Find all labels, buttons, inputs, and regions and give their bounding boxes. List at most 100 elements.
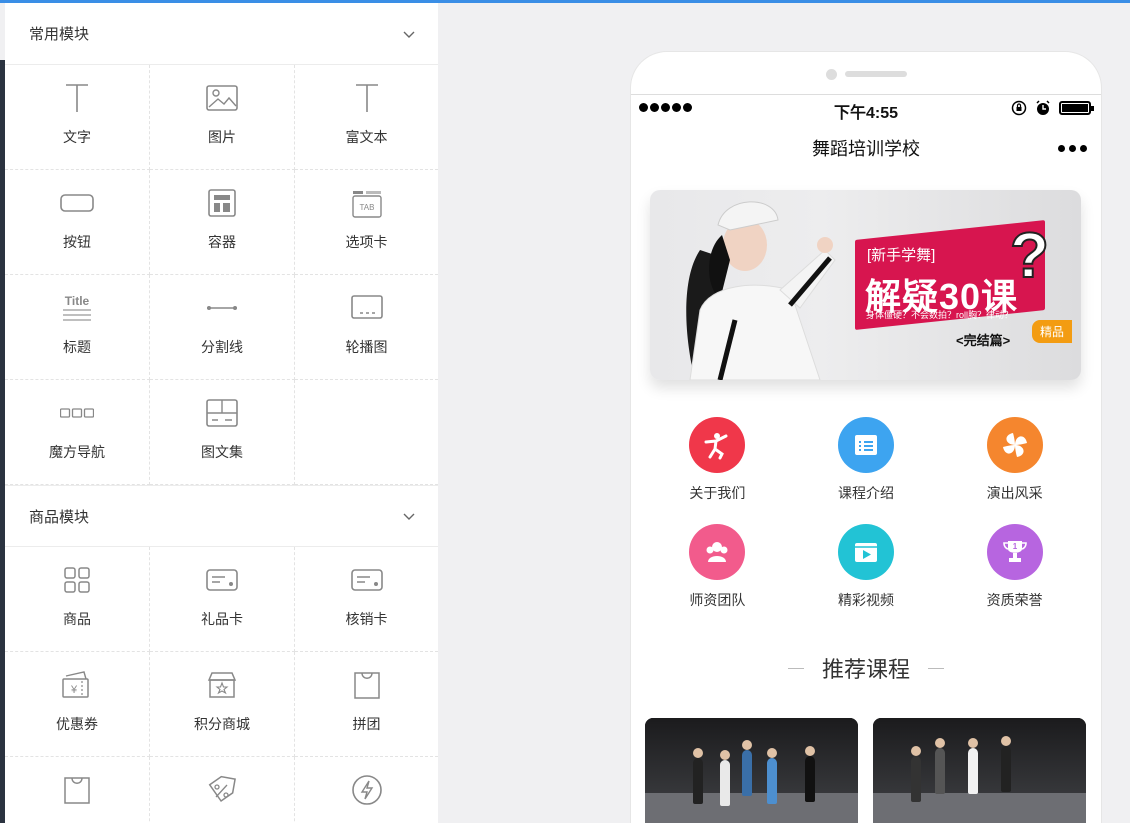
svg-text:¥: ¥ <box>70 684 78 696</box>
course-card-1[interactable] <box>645 718 858 823</box>
heading-line-left <box>787 667 804 669</box>
dancer-figure <box>720 760 730 806</box>
module-points-mall[interactable]: 积分商城 <box>150 652 295 757</box>
module-label: 核销卡 <box>345 611 388 627</box>
banner-tag: [新手学舞] <box>867 247 936 264</box>
cube-nav-icon <box>60 396 94 430</box>
nav-teachers[interactable]: 师资团队 <box>657 524 777 631</box>
module-rich-text[interactable]: 富文本 <box>295 65 438 170</box>
image-icon <box>205 81 239 115</box>
dancer-head <box>1001 736 1011 746</box>
nav-performance[interactable]: 演出风采 <box>955 417 1075 524</box>
studio-wall <box>873 718 1086 793</box>
module-label: 标题 <box>63 339 91 355</box>
list-icon <box>837 417 894 473</box>
module-tab[interactable]: TAB 选项卡 <box>295 170 438 275</box>
module-divider[interactable]: 分割线 <box>150 275 295 380</box>
module-label: 分割线 <box>201 339 243 355</box>
battery-icon <box>1059 101 1094 115</box>
title-icon: Title <box>60 291 94 325</box>
text-icon <box>60 81 94 115</box>
module-container[interactable]: 容器 <box>150 170 295 275</box>
module-cube-nav[interactable]: 魔方导航 <box>5 380 150 485</box>
module-gallery[interactable]: 图文集 <box>150 380 295 485</box>
discount-tag-icon <box>205 773 239 807</box>
nav-about-us[interactable]: 关于我们 <box>657 417 777 524</box>
status-icons <box>1011 100 1094 116</box>
recommend-heading: 推荐课程 <box>631 652 1101 684</box>
nav-label: 师资团队 <box>689 592 746 608</box>
common-module-grid: 文字 图片 富文本 按钮 容器 TAB 选项卡 Title 标题 分割线 轮播图… <box>5 65 438 485</box>
chevron-down-icon[interactable] <box>402 27 416 41</box>
module-flash-sale[interactable] <box>295 757 438 823</box>
svg-text:Title: Title <box>65 294 90 308</box>
banner-badge: 精品 <box>1032 320 1073 343</box>
module-bag[interactable] <box>5 757 150 823</box>
module-label: 富文本 <box>345 129 388 145</box>
section-header-goods[interactable]: 商品模块 <box>5 485 438 547</box>
module-label: 选项卡 <box>345 234 388 250</box>
module-group-buy[interactable]: 拼团 <box>295 652 438 757</box>
chevron-down-icon[interactable] <box>402 509 416 523</box>
module-coupon[interactable]: ¥ 优惠券 <box>5 652 150 757</box>
dancer-figure <box>805 756 815 802</box>
module-verify-card[interactable]: 核销卡 <box>295 547 438 652</box>
module-label: 拼团 <box>352 716 381 732</box>
dancer-head <box>968 738 978 748</box>
carousel-icon <box>350 291 384 325</box>
course-cards <box>645 718 1086 823</box>
module-discount[interactable] <box>150 757 295 823</box>
dancer-head <box>742 740 752 750</box>
dancer-head <box>911 746 921 756</box>
dancer-head <box>805 746 815 756</box>
course-card-2[interactable] <box>873 718 1086 823</box>
banner-subline: 身体僵硬？不会数拍？roll胸？律动？ <box>866 310 1014 320</box>
nav-videos[interactable]: 精彩视频 <box>806 524 926 631</box>
module-label: 轮播图 <box>345 339 388 355</box>
section-header-common[interactable]: 常用模块 <box>5 3 438 65</box>
module-label: 按钮 <box>63 234 91 250</box>
module-gift-card[interactable]: 礼品卡 <box>150 547 295 652</box>
banner-ending: <完结篇> <box>956 333 1011 348</box>
module-text[interactable]: 文字 <box>5 65 150 170</box>
container-icon <box>205 186 239 220</box>
module-label: 文字 <box>63 129 91 145</box>
points-mall-icon <box>205 668 239 702</box>
module-button[interactable]: 按钮 <box>5 170 150 275</box>
speaker-slot <box>845 71 907 77</box>
dancer-figure <box>767 758 777 804</box>
nav-course-intro[interactable]: 课程介绍 <box>806 417 926 524</box>
section-title: 常用模块 <box>29 26 90 43</box>
studio-floor <box>873 793 1086 823</box>
promo-banner[interactable]: ? [新手学舞] 解疑30课 身体僵硬？不会数拍？roll胸？律动？ <完结篇>… <box>650 190 1081 380</box>
nav-honors[interactable]: 1 资质荣誉 <box>955 524 1075 631</box>
video-icon <box>837 524 894 580</box>
feature-icon-grid: 关于我们 课程介绍 演出风采 师资团队 精彩视频 1 资质荣誉 <box>631 417 1101 631</box>
nav-label: 关于我们 <box>689 485 746 501</box>
nav-label: 资质荣誉 <box>986 592 1043 608</box>
rotation-lock-icon <box>1011 100 1027 116</box>
dancer-figure <box>742 750 752 796</box>
module-title[interactable]: Title 标题 <box>5 275 150 380</box>
flash-sale-icon <box>350 773 384 807</box>
dancer-head <box>935 738 945 748</box>
section-title: 商品模块 <box>29 508 90 526</box>
dancer-figure <box>968 748 978 794</box>
status-bar: 下午4:55 <box>631 95 1101 123</box>
nav-label: 精彩视频 <box>837 592 894 608</box>
divider-icon <box>205 291 239 325</box>
module-label: 优惠券 <box>56 716 98 732</box>
verify-card-icon <box>350 563 384 597</box>
dancer-photo <box>686 201 836 380</box>
svg-text:1: 1 <box>1012 542 1017 551</box>
module-goods[interactable]: 商品 <box>5 547 150 652</box>
team-icon <box>689 524 746 580</box>
studio-floor <box>645 793 858 823</box>
recommend-title: 推荐课程 <box>821 657 910 682</box>
module-carousel[interactable]: 轮播图 <box>295 275 438 380</box>
dancer-figure <box>693 758 703 804</box>
module-image[interactable]: 图片 <box>150 65 295 170</box>
more-dots-icon[interactable] <box>1058 145 1087 152</box>
app-title: 舞蹈培训学校 <box>812 139 920 159</box>
empty-cell <box>295 380 438 485</box>
